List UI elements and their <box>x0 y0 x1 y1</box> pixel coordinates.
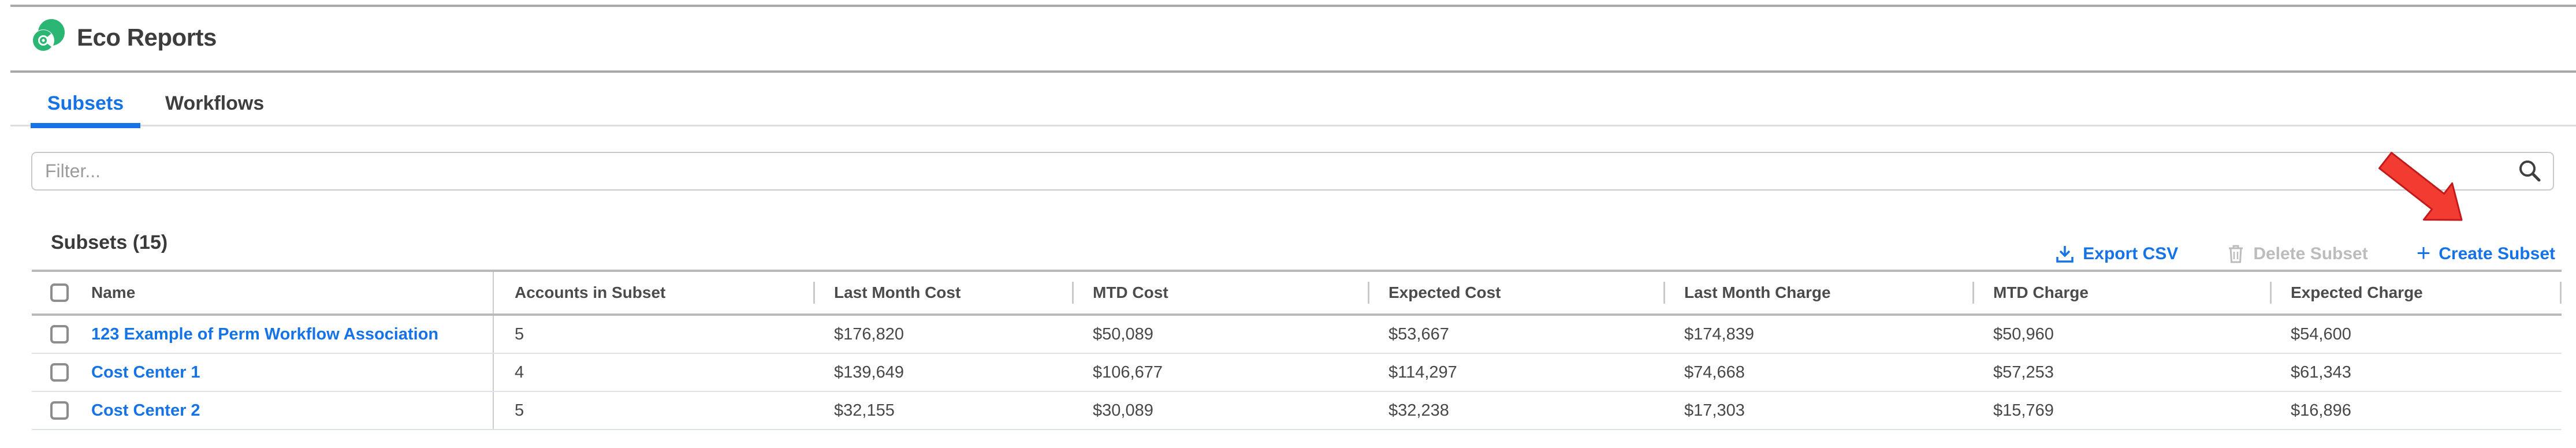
cell-last-month-cost: $176,820 <box>813 316 1072 353</box>
delete-subset-label: Delete Subset <box>2253 244 2367 264</box>
tab-bar: Subsets Workflows <box>0 73 2576 130</box>
select-all-checkbox[interactable] <box>50 283 69 302</box>
export-csv-button[interactable]: Export CSV <box>2055 244 2178 264</box>
table-header-row: Name Accounts in Subset Last Month Cost … <box>32 270 2562 316</box>
column-header-mtd-charge[interactable]: MTD Charge <box>1972 272 2270 313</box>
tab-bar-baseline <box>10 125 2576 126</box>
filter-input[interactable] <box>31 152 2554 191</box>
column-header-last-month-cost[interactable]: Last Month Cost <box>813 272 1072 313</box>
panel-top-border <box>10 5 2576 7</box>
download-icon <box>2055 244 2075 264</box>
cell-accounts: 4 <box>494 354 813 391</box>
plus-icon: + <box>2417 244 2431 262</box>
cell-expected-cost: $32,238 <box>1368 392 1663 429</box>
column-header-mtd-cost[interactable]: MTD Cost <box>1072 272 1368 313</box>
cell-mtd-cost: $30,089 <box>1072 392 1368 429</box>
cell-last-month-cost: $139,649 <box>813 354 1072 391</box>
table-actions: Export CSV Delete Subset + Create Subset <box>2055 240 2555 268</box>
cell-mtd-cost: $50,089 <box>1072 316 1368 353</box>
table-row: Cost Center 2 5 $32,155 $30,089 $32,238 … <box>32 392 2562 430</box>
tab-workflows[interactable]: Workflows <box>165 92 264 115</box>
cell-expected-cost: $114,297 <box>1368 354 1663 391</box>
subset-name-link[interactable]: Cost Center 1 <box>91 363 200 382</box>
cell-accounts: 5 <box>494 316 813 353</box>
cell-expected-charge: $54,600 <box>2270 316 2562 353</box>
eco-logo-icon <box>29 18 66 56</box>
cell-mtd-charge: $50,960 <box>1972 316 2270 353</box>
row-checkbox[interactable] <box>50 363 69 382</box>
cell-accounts: 5 <box>494 392 813 429</box>
cell-mtd-cost: $106,677 <box>1072 354 1368 391</box>
column-header-accounts[interactable]: Accounts in Subset <box>494 272 813 313</box>
tab-subsets[interactable]: Subsets <box>31 92 140 115</box>
filter-bar <box>31 152 2554 191</box>
cell-mtd-charge: $57,253 <box>1972 354 2270 391</box>
subsets-count-heading: Subsets (15) <box>51 232 167 254</box>
table-row: Cost Center 1 4 $139,649 $106,677 $114,2… <box>32 354 2562 392</box>
column-header-expected-charge[interactable]: Expected Charge <box>2270 272 2562 313</box>
delete-subset-button[interactable]: Delete Subset <box>2227 244 2367 264</box>
export-csv-label: Export CSV <box>2083 244 2178 264</box>
page-title: Eco Reports <box>77 24 217 51</box>
cell-last-month-charge: $174,839 <box>1663 316 1972 353</box>
search-icon <box>2518 159 2541 182</box>
column-header-last-month-charge[interactable]: Last Month Charge <box>1663 272 1972 313</box>
subsets-table: Name Accounts in Subset Last Month Cost … <box>32 270 2562 430</box>
cell-expected-charge: $61,343 <box>2270 354 2562 391</box>
cell-mtd-charge: $15,769 <box>1972 392 2270 429</box>
cell-expected-cost: $53,667 <box>1368 316 1663 353</box>
cell-last-month-cost: $32,155 <box>813 392 1072 429</box>
cell-expected-charge: $16,896 <box>2270 392 2562 429</box>
row-checkbox[interactable] <box>50 325 69 344</box>
subset-name-link[interactable]: 123 Example of Perm Workflow Association <box>91 325 438 344</box>
create-subset-button[interactable]: + Create Subset <box>2417 244 2555 264</box>
create-subset-label: Create Subset <box>2439 244 2555 264</box>
subset-name-link[interactable]: Cost Center 2 <box>91 401 200 420</box>
trash-icon <box>2227 244 2245 264</box>
cell-last-month-charge: $17,303 <box>1663 392 1972 429</box>
cell-last-month-charge: $74,668 <box>1663 354 1972 391</box>
column-header-name[interactable]: Name <box>91 283 135 302</box>
row-checkbox[interactable] <box>50 401 69 420</box>
table-row: 123 Example of Perm Workflow Association… <box>32 316 2562 354</box>
column-header-expected-cost[interactable]: Expected Cost <box>1368 272 1663 313</box>
active-tab-underline <box>31 123 140 128</box>
